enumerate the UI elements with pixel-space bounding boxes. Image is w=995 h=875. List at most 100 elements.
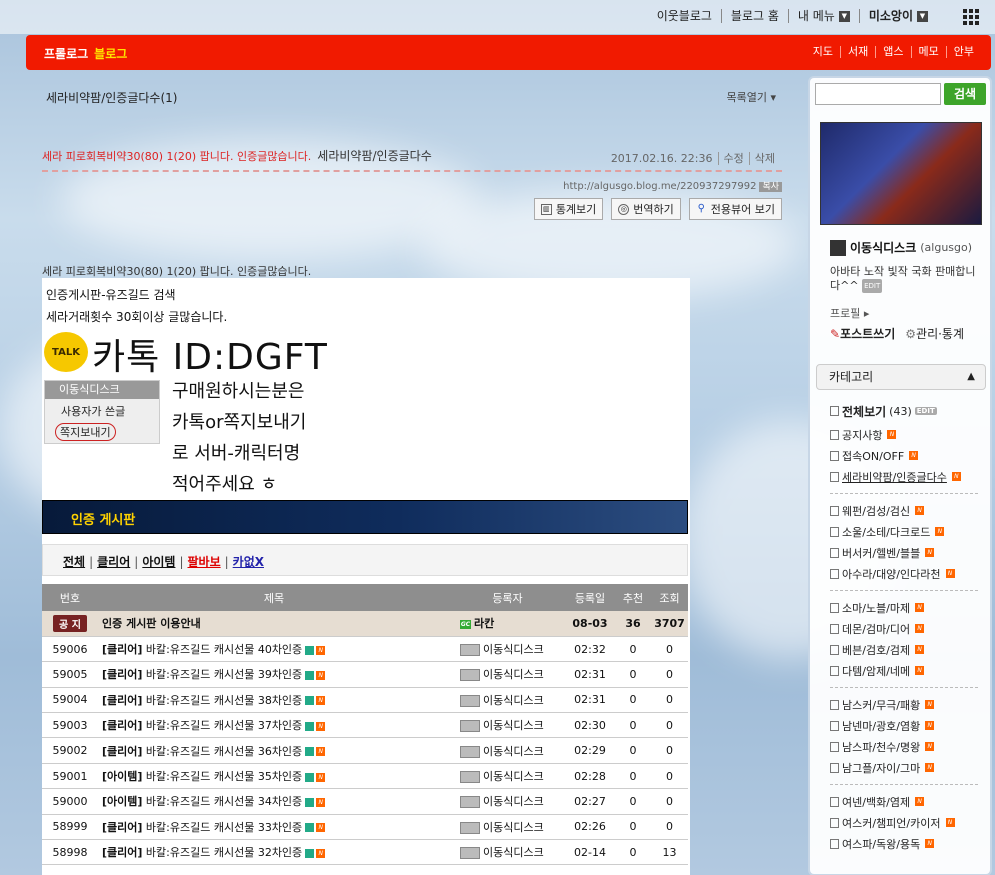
category-item[interactable]: 여스파/독왕/용독 N	[830, 833, 978, 854]
row-author[interactable]: 이동식디스크	[450, 814, 565, 841]
profile-name-text: 이동식디스크	[850, 241, 917, 255]
table-row[interactable]: 59006 [클리어] 바칼:유즈길드 캐시선물 40차인증 N 이동식디스크 02:3…	[42, 636, 688, 663]
row-title[interactable]: [클리어] 바칼:유즈길드 캐시선물 32차인증 N	[98, 839, 450, 866]
edit-badge[interactable]: EDIT	[914, 407, 937, 415]
profile-link[interactable]: 프로필 ▸	[830, 305, 869, 321]
filter-clear[interactable]: 클리어	[97, 555, 130, 569]
category-item[interactable]: 다템/암제/네메 N	[830, 660, 978, 681]
row-author-name: 이동식디스크	[483, 719, 544, 733]
row-views: 0	[651, 763, 688, 790]
menu-memo[interactable]: 메모	[912, 46, 947, 58]
profile-actions: ✎포스트쓰기 ⚙관리·통계	[830, 325, 964, 342]
search-input[interactable]	[815, 83, 941, 105]
row-title[interactable]: [클리어] 바칼:유즈길드 캐시선물 36차인증 N	[98, 737, 450, 764]
post-write-link[interactable]: ✎포스트쓰기	[830, 325, 895, 342]
edit-link[interactable]: 수정	[717, 152, 749, 165]
table-row[interactable]: 58998 [클리어] 바칼:유즈길드 캐시선물 32차인증 N 이동식디스크 02-1…	[42, 839, 688, 866]
prologue-link[interactable]: 프롤로그	[44, 45, 88, 62]
table-row[interactable]: 59002 [클리어] 바칼:유즈길드 캐시선물 36차인증 N 이동식디스크 02:2…	[42, 737, 688, 764]
category-item-label: 웨펀/검성/검신	[842, 504, 911, 518]
notice-title[interactable]: 인증 게시판 이용안내	[98, 611, 450, 637]
row-author[interactable]: 이동식디스크	[450, 636, 565, 663]
notice-row[interactable]: 공 지 인증 게시판 이용안내 GC 라칸 08-03 36 3707	[42, 611, 688, 637]
row-author[interactable]: 이동식디스크	[450, 763, 565, 790]
category-item[interactable]: 세라비약팜/인증글다수 N	[830, 466, 978, 487]
category-item[interactable]: 아수라/대양/인다라천 N	[830, 563, 978, 584]
notice-author[interactable]: 라칸	[474, 617, 494, 630]
row-number: 59003	[42, 712, 98, 739]
row-author[interactable]: 이동식디스크	[450, 839, 565, 866]
table-row[interactable]: 58999 [클리어] 바칼:유즈길드 캐시선물 33차인증 N 이동식디스크 02:2…	[42, 814, 688, 841]
category-header[interactable]: ▲ 카테고리	[816, 364, 986, 390]
my-menu-dropdown[interactable]: 내 메뉴 ▼	[789, 9, 860, 23]
blog-home-link[interactable]: 블로그 홈	[722, 9, 789, 23]
row-author[interactable]: 이동식디스크	[450, 737, 565, 764]
row-title[interactable]: [클리어] 바칼:유즈길드 캐시선물 39차인증 N	[98, 661, 450, 688]
row-views: 0	[651, 712, 688, 739]
category-item[interactable]: 베븐/검호/검제 N	[830, 639, 978, 660]
category-item[interactable]: 남넨마/광호/염황 N	[830, 715, 978, 736]
category-item[interactable]: 남그플/자이/그마 N	[830, 757, 978, 778]
row-author[interactable]: 이동식디스크	[450, 712, 565, 739]
row-author-name: 이동식디스크	[483, 846, 544, 860]
menu-map[interactable]: 지도	[806, 46, 841, 58]
category-all[interactable]: 전체보기 (43) EDIT	[830, 398, 978, 424]
category-item[interactable]: 남스커/무극/패황 N	[830, 694, 978, 715]
translate-button[interactable]: ◎ 번역하기	[611, 198, 681, 220]
table-row[interactable]: 59005 [클리어] 바칼:유즈길드 캐시선물 39차인증 N 이동식디스크 02:3…	[42, 661, 688, 688]
row-views: 0	[651, 814, 688, 841]
menu-library[interactable]: 서재	[841, 46, 877, 58]
category-item[interactable]: 버서커/헬벤/블블 N	[830, 542, 978, 563]
post-category-link[interactable]: 세라비약팜/인증글다수	[317, 149, 431, 163]
filter-kaeopx[interactable]: 카없X	[233, 555, 264, 569]
category-item-label: 아수라/대양/인다라천	[842, 567, 941, 581]
category-item[interactable]: 공지사항 N	[830, 424, 978, 445]
body-line: 세라거래횟수 30회이상 글많습니다.	[46, 310, 228, 324]
manage-link[interactable]: ⚙관리·통계	[905, 325, 964, 342]
copy-url-button[interactable]: 복사	[759, 182, 782, 192]
category-item[interactable]: 데몬/검마/디어 N	[830, 618, 978, 639]
search-button[interactable]: 검색	[944, 83, 986, 105]
neighbor-blog-link[interactable]: 이웃블로그	[648, 9, 722, 23]
new-icon: N	[925, 721, 935, 730]
table-row[interactable]: 59004 [클리어] 바칼:유즈길드 캐시선물 38차인증 N 이동식디스크 02:3…	[42, 687, 688, 714]
row-title[interactable]: [클리어] 바칼:유즈길드 캐시선물 37차인증 N	[98, 712, 450, 739]
guild-icon: GC	[460, 619, 471, 629]
table-row[interactable]: 59001 [아이템] 바칼:유즈길드 캐시선물 35차인증 N 이동식디스크 02:2…	[42, 763, 688, 790]
post-url-text[interactable]: http://algusgo.blog.me/220937297992	[563, 181, 756, 192]
row-title[interactable]: [아이템] 바칼:유즈길드 캐시선물 34차인증 N	[98, 788, 450, 815]
menu-apps[interactable]: 앱스	[876, 46, 912, 58]
row-author[interactable]: 이동식디스크	[450, 687, 565, 714]
category-item[interactable]: 여스커/챔피언/카이저 N	[830, 812, 978, 833]
category-item[interactable]: 남스파/천수/명왕 N	[830, 736, 978, 757]
stats-button[interactable]: ▥ 통계보기	[533, 198, 604, 220]
row-title[interactable]: [클리어] 바칼:유즈길드 캐시선물 33차인증 N	[98, 814, 450, 841]
blog-logo-link[interactable]: 블로그	[94, 45, 127, 62]
table-row[interactable]: 59000 [아이템] 바칼:유즈길드 캐시선물 34차인증 N 이동식디스크 02:2…	[42, 788, 688, 815]
row-title[interactable]: [클리어] 바칼:유즈길드 캐시선물 38차인증 N	[98, 687, 450, 714]
app-grid-icon[interactable]	[963, 9, 979, 25]
row-author[interactable]: 이동식디스크	[450, 788, 565, 815]
delete-link[interactable]: 삭제	[748, 152, 780, 165]
edit-badge[interactable]: EDIT	[862, 279, 883, 293]
col-date: 등록일	[565, 584, 615, 611]
list-open-toggle[interactable]: 목록열기 ▾	[726, 89, 776, 105]
category-item[interactable]: 웨펀/검성/검신 N	[830, 500, 978, 521]
auth-board-banner: 인증 게시판	[42, 500, 688, 534]
row-author[interactable]: 이동식디스크	[450, 661, 565, 688]
filter-item[interactable]: 아이템	[142, 555, 175, 569]
row-title[interactable]: [클리어] 바칼:유즈길드 캐시선물 40차인증 N	[98, 636, 450, 663]
row-title[interactable]: [아이템] 바칼:유즈길드 캐시선물 35차인증 N	[98, 763, 450, 790]
category-item[interactable]: 여넨/백화/염제 N	[830, 791, 978, 812]
filter-palbabo[interactable]: 팔바보	[187, 555, 220, 569]
category-item[interactable]: 소울/소테/다크로드 N	[830, 521, 978, 542]
new-icon: N	[316, 721, 326, 731]
menu-guestbook[interactable]: 안부	[947, 46, 981, 58]
viewer-button[interactable]: ⚲ 전용뷰어 보기	[688, 198, 782, 220]
category-header: 세라비약팜/인증글다수(1)	[46, 91, 178, 105]
filter-all[interactable]: 전체	[63, 555, 85, 569]
user-menu-dropdown[interactable]: 미소앙이 ▼	[860, 9, 937, 23]
category-item[interactable]: 접속ON/OFF N	[830, 445, 978, 466]
category-item[interactable]: 소마/노블/마제 N	[830, 597, 978, 618]
table-row[interactable]: 59003 [클리어] 바칼:유즈길드 캐시선물 37차인증 N 이동식디스크 02:3…	[42, 712, 688, 739]
